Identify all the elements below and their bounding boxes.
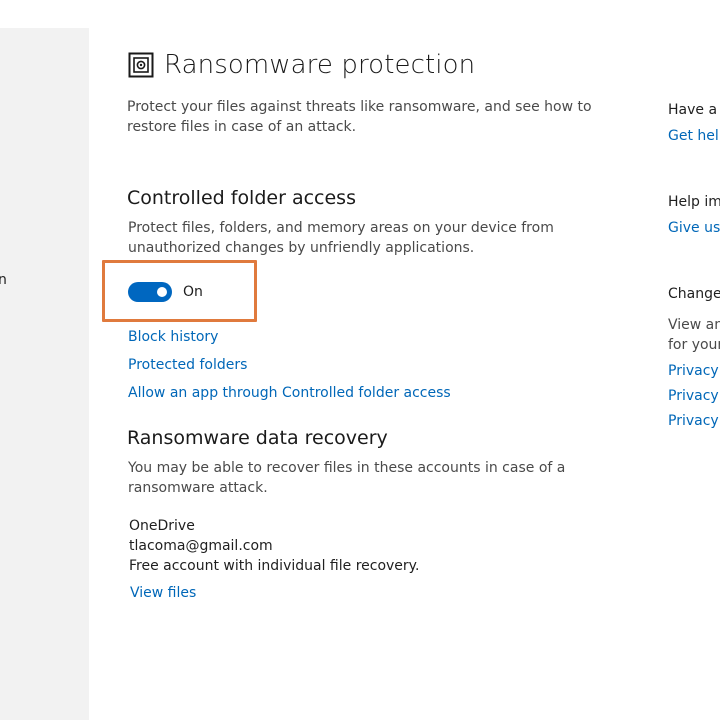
get-help-link[interactable]: Get help [668, 128, 720, 144]
intro-text: Protect your files against threats like … [127, 99, 592, 135]
controlled-folder-access-title: Controlled folder access [127, 187, 356, 209]
ransomware-data-recovery-description: You may be able to recover files in thes… [128, 460, 566, 496]
controlled-folder-access-toggle[interactable] [128, 282, 172, 302]
controlled-folder-access-description: Protect files, folders, and memory areas… [128, 220, 554, 256]
account-type: Free account with individual file recove… [129, 558, 420, 574]
privacy-dashboard-link[interactable]: Privacy d [668, 388, 720, 404]
main-content: Ransomware protection Protect your files… [0, 0, 720, 720]
right-column: Have a q Get help Help imp Give us f Cha… [668, 0, 720, 720]
ransomware-data-recovery-title: Ransomware data recovery [127, 427, 388, 449]
give-feedback-link[interactable]: Give us f [668, 220, 720, 236]
privacy-desc-line2: for your [668, 337, 720, 353]
toggle-state-label: On [183, 284, 203, 300]
allow-app-link[interactable]: Allow an app through Controlled folder a… [128, 385, 451, 401]
account-name: OneDrive [129, 518, 195, 534]
privacy-statement-link[interactable]: Privacy S [668, 413, 720, 429]
block-history-link[interactable]: Block history [128, 329, 218, 345]
view-files-link[interactable]: View files [130, 585, 196, 601]
help-improve-heading: Help imp [668, 194, 720, 210]
page-header: Ransomware protection [128, 50, 475, 80]
page-title: Ransomware protection [164, 50, 476, 80]
change-privacy-heading: Change [668, 286, 720, 302]
privacy-settings-link[interactable]: Privacy s [668, 363, 720, 379]
question-heading: Have a q [668, 102, 720, 118]
shield-icon [128, 52, 154, 78]
toggle-knob [157, 287, 167, 297]
onedrive-account-info: OneDrive tlacoma@gmail.com Free account … [129, 516, 419, 576]
protected-folders-link[interactable]: Protected folders [128, 357, 247, 373]
highlight-annotation-box [102, 260, 257, 322]
account-email: tlacoma@gmail.com [129, 538, 273, 554]
privacy-desc-line1: View an [668, 317, 720, 333]
